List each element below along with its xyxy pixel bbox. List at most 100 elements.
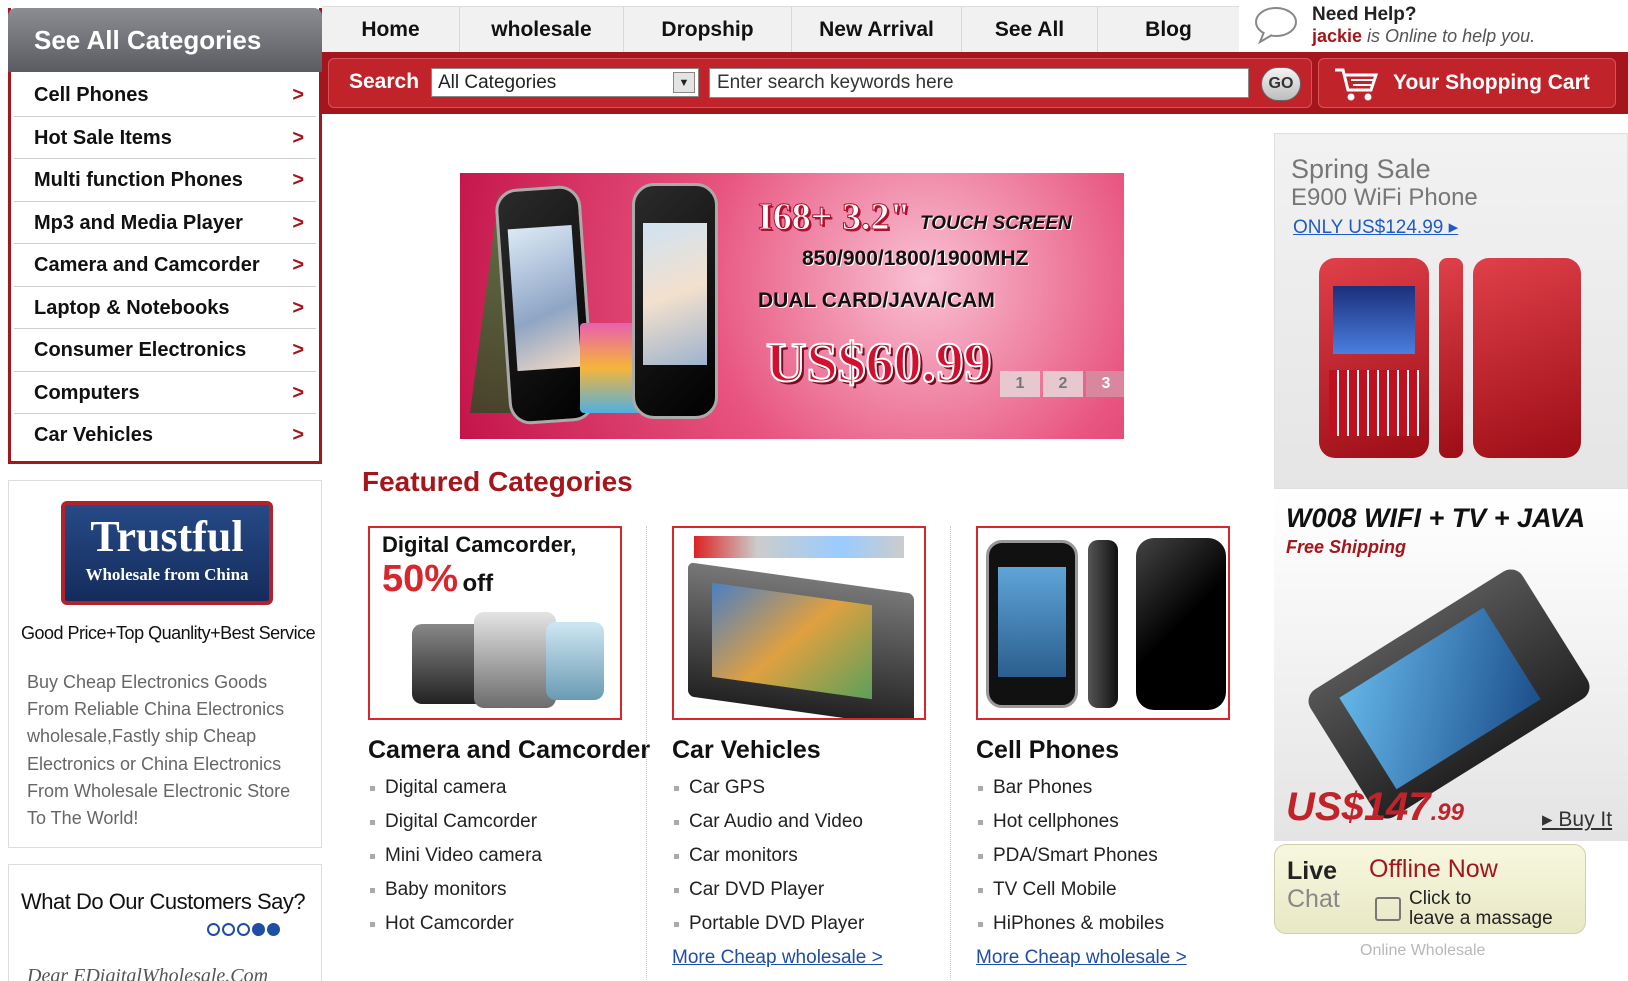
promo-heading: Digital Camcorder, — [382, 532, 577, 557]
featured-link[interactable]: Portable DVD Player — [672, 907, 962, 941]
banner-page-1[interactable]: 1 — [1000, 371, 1040, 397]
spring-sale-ad[interactable]: Spring Sale E900 WiFi Phone ONLY US$124.… — [1274, 133, 1628, 489]
category-item-camera[interactable]: Camera and Camcorder > — [14, 244, 316, 287]
pencil-note-icon — [1375, 897, 1401, 921]
promo-banner[interactable]: I68+ 3.2" TOUCH SCREEN 850/900/1800/1900… — [460, 173, 1124, 439]
nav-see-all[interactable]: See All — [962, 7, 1098, 52]
banner-features: DUAL CARD/JAVA/CAM — [758, 289, 995, 312]
car-dvd-image[interactable] — [672, 526, 926, 720]
chevron-right-icon: > — [292, 254, 304, 276]
pager-dot[interactable] — [267, 923, 280, 936]
help-agent-name: jackie — [1312, 26, 1363, 46]
featured-link[interactable]: Mini Video camera — [368, 839, 658, 873]
featured-link[interactable]: Hot cellphones — [976, 805, 1266, 839]
featured-link[interactable]: HiPhones & mobiles — [976, 907, 1266, 941]
more-cheap-wholesale-link[interactable]: More Cheap wholesale > — [976, 941, 1266, 975]
category-item-mp3[interactable]: Mp3 and Media Player > — [14, 202, 316, 244]
chevron-right-icon: > — [292, 339, 304, 361]
featured-link[interactable]: Bar Phones — [976, 771, 1266, 805]
search-bar: Search All Categories ▼ Enter search key… — [322, 52, 1628, 114]
category-item-car[interactable]: Car Vehicles > — [14, 414, 316, 457]
banner-model-sub: TOUCH SCREEN — [920, 213, 1072, 234]
category-item-computers[interactable]: Computers > — [14, 372, 316, 414]
click-to-text: Click to — [1409, 888, 1472, 909]
buy-it-link[interactable]: ▸ Buy It — [1542, 807, 1612, 832]
testimonials-title: What Do Our Customers Say? — [21, 889, 306, 914]
need-help-panel[interactable]: Need Help? jackie is Online to help you. — [1240, 0, 1628, 50]
chat-status: Offline Now — [1369, 855, 1498, 883]
trustful-badge: Trustful Wholesale from China — [61, 501, 273, 605]
see-all-categories-header[interactable]: See All Categories — [8, 8, 322, 72]
pager-dot[interactable] — [252, 923, 265, 936]
phone-side-image — [1088, 540, 1118, 708]
go-button[interactable]: GO — [1261, 67, 1301, 101]
help-status-text: is Online to help you. — [1362, 26, 1536, 46]
category-item-hot-sale[interactable]: Hot Sale Items > — [14, 117, 316, 159]
testimonial-quote: Dear EDigitalWholesale.Com — [27, 965, 269, 981]
camcorder-image — [546, 622, 604, 700]
chevron-right-icon: > — [292, 84, 304, 106]
chevron-right-icon: > — [292, 211, 304, 234]
ad-price: US$147.99 — [1286, 785, 1464, 830]
live-chat-widget[interactable]: Live Chat Offline Now Click to leave a ma… — [1274, 844, 1586, 934]
leave-message-link[interactable]: Click to leave a massage — [1409, 889, 1553, 929]
ad-price-link[interactable]: ONLY US$124.99 ▸ — [1293, 216, 1458, 239]
featured-link[interactable]: PDA/Smart Phones — [976, 839, 1266, 873]
category-item-laptop[interactable]: Laptop & Notebooks > — [14, 287, 316, 329]
ad-price-text: ONLY US$124.99 — [1293, 217, 1444, 238]
promo-percent: 50% — [382, 558, 459, 600]
search-panel: Search All Categories ▼ Enter search key… — [328, 58, 1312, 108]
category-item-multi-function[interactable]: Multi function Phones > — [14, 159, 316, 202]
nav-new-arrival[interactable]: New Arrival — [792, 7, 962, 52]
category-item-consumer[interactable]: Consumer Electronics > — [14, 329, 316, 372]
help-title: Need Help? — [1312, 4, 1417, 25]
featured-link[interactable]: Car Audio and Video — [672, 805, 962, 839]
featured-link[interactable]: Hot Camcorder — [368, 907, 658, 941]
customer-testimonials: What Do Our Customers Say? Dear EDigital… — [8, 864, 322, 981]
pager-dot[interactable] — [237, 923, 250, 936]
featured-link[interactable]: Digital Camcorder — [368, 805, 658, 839]
featured-link[interactable]: Car monitors — [672, 839, 962, 873]
w008-ad[interactable]: W008 WIFI + TV + JAVA Free Shipping US$1… — [1274, 489, 1628, 841]
category-label: Mp3 and Media Player — [34, 211, 243, 234]
featured-name[interactable]: Cell Phones — [976, 736, 1266, 765]
search-input[interactable]: Enter search keywords here — [709, 68, 1249, 98]
category-label: Cell Phones — [34, 84, 149, 106]
nav-dropship[interactable]: Dropship — [624, 7, 792, 52]
badge-subtitle: Wholesale from China — [85, 565, 249, 584]
nav-wholesale[interactable]: wholesale — [460, 7, 624, 52]
featured-link[interactable]: Car GPS — [672, 771, 962, 805]
cart-label: Your Shopping Cart — [1393, 71, 1590, 94]
nav-blog[interactable]: Blog — [1098, 7, 1239, 52]
featured-link[interactable]: TV Cell Mobile — [976, 873, 1266, 907]
category-select[interactable]: All Categories ▼ — [431, 68, 699, 97]
pager-dot[interactable] — [222, 923, 235, 936]
ad-shipping: Free Shipping — [1286, 537, 1407, 557]
banner-model: I68+ 3.2" TOUCH SCREEN — [758, 195, 1072, 239]
camcorder-promo-image[interactable]: Digital Camcorder, 50% off — [368, 526, 622, 720]
banner-model-text: I68+ 3.2" — [758, 196, 912, 239]
featured-column-car: Car Vehicles Car GPS Car Audio and Video… — [672, 526, 962, 975]
chevron-right-icon: > — [292, 296, 304, 319]
shopping-cart-button[interactable]: Your Shopping Cart — [1318, 58, 1616, 108]
featured-column-camera: Digital Camcorder, 50% off Camera and Ca… — [368, 526, 658, 941]
category-label: Consumer Electronics — [34, 339, 247, 361]
promo-off: off — [462, 570, 494, 597]
pager-dot[interactable] — [207, 923, 220, 936]
chevron-right-icon: > — [292, 424, 304, 446]
column-divider — [646, 526, 647, 981]
featured-link[interactable]: Car DVD Player — [672, 873, 962, 907]
banner-page-3[interactable]: 3 — [1086, 371, 1124, 397]
featured-name[interactable]: Car Vehicles — [672, 736, 962, 765]
buy-it-label: Buy It — [1558, 808, 1613, 831]
online-wholesale-note: Online Wholesale — [1360, 942, 1486, 959]
banner-page-2[interactable]: 2 — [1043, 371, 1083, 397]
featured-link[interactable]: Digital camera — [368, 771, 658, 805]
more-cheap-wholesale-link[interactable]: More Cheap wholesale > — [672, 941, 962, 975]
category-item-cell-phones[interactable]: Cell Phones > — [14, 74, 316, 117]
featured-link[interactable]: Baby monitors — [368, 873, 658, 907]
cell-phones-image[interactable] — [976, 526, 1230, 720]
nav-home[interactable]: Home — [322, 7, 460, 52]
dropdown-arrow-icon[interactable]: ▼ — [673, 72, 695, 93]
featured-name[interactable]: Camera and Camcorder — [368, 736, 658, 765]
